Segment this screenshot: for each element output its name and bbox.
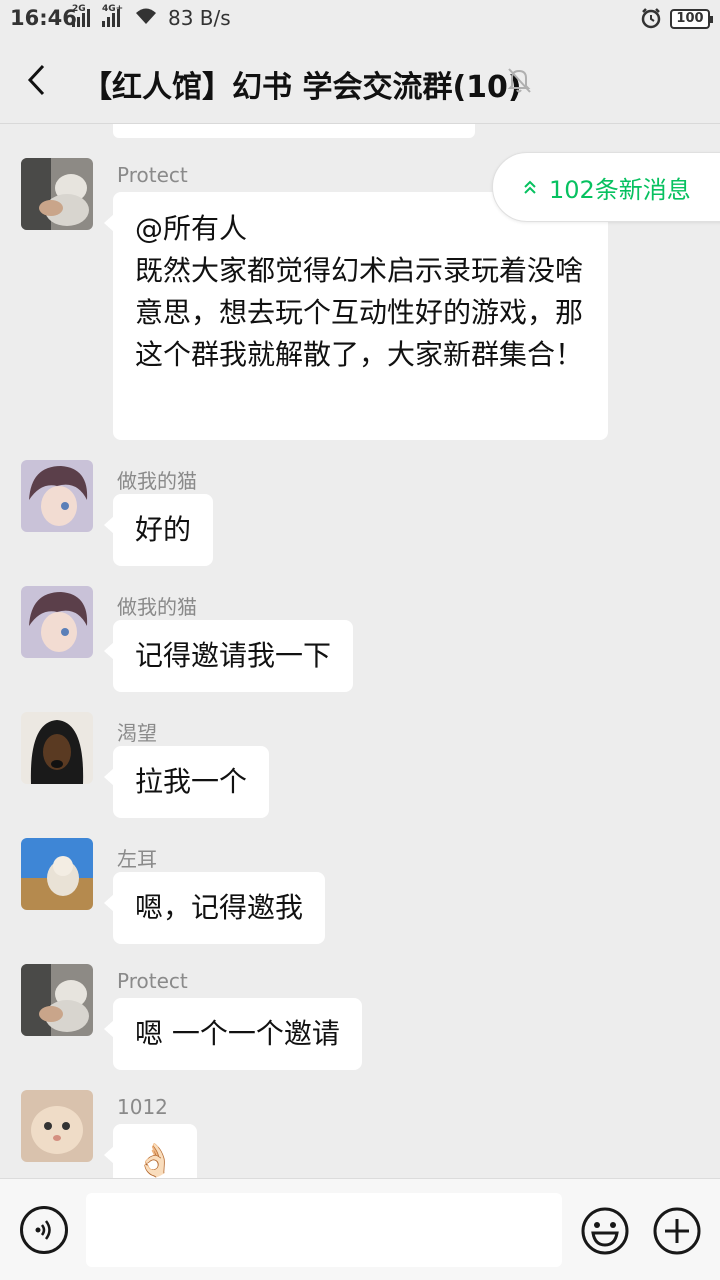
- sender-name: 1012: [117, 1095, 168, 1119]
- new-messages-button[interactable]: 102条新消息: [492, 152, 720, 222]
- avatar[interactable]: [21, 158, 93, 230]
- battery-indicator: 100: [670, 9, 713, 29]
- sender-name: Protect: [117, 969, 188, 993]
- signal-icon: 4G+: [102, 4, 123, 27]
- sender-name: 做我的猫: [117, 469, 197, 493]
- message-bubble[interactable]: 嗯 一个一个邀请: [104, 998, 362, 1070]
- previous-message-bubble[interactable]: [113, 124, 475, 138]
- sender-name: Protect: [117, 163, 188, 187]
- message-bubble[interactable]: 嗯，记得邀我: [103, 872, 326, 944]
- wifi-icon: [136, 8, 156, 24]
- bell-off-icon: [507, 68, 531, 93]
- plus-circle-icon[interactable]: [652, 1206, 702, 1256]
- avatar[interactable]: [21, 712, 93, 784]
- message-list[interactable]: Protect @所有人 既然大家都觉得幻术启示录玩着没啥意思，想去玩个互动性好…: [0, 124, 720, 1178]
- double-chevron-up-icon: [524, 180, 536, 194]
- input-bar: [0, 1178, 720, 1280]
- chat-header: 【红人馆】幻书 学会交流群(10): [0, 36, 720, 124]
- status-time: 16:46: [10, 6, 77, 30]
- avatar[interactable]: [21, 838, 93, 910]
- sender-name: 左耳: [117, 847, 157, 871]
- sender-name: 渴望: [117, 721, 157, 745]
- message-bubble[interactable]: 好的: [103, 494, 214, 566]
- avatar[interactable]: [21, 1090, 93, 1162]
- message-bubble[interactable]: 记得邀请我一下: [103, 620, 354, 692]
- message-bubble[interactable]: 👌🏻: [104, 1124, 197, 1178]
- message-bubble[interactable]: 拉我一个: [103, 746, 270, 818]
- chat-title: 【红人馆】幻书 学会交流群(10): [82, 70, 522, 105]
- avatar[interactable]: [21, 586, 93, 658]
- alarm-icon: [641, 8, 661, 29]
- avatar[interactable]: [21, 460, 93, 532]
- avatar[interactable]: [21, 964, 93, 1036]
- voice-icon: [35, 1220, 51, 1240]
- signal-icon: 2G: [72, 4, 90, 27]
- back-button[interactable]: [16, 58, 56, 102]
- sender-name: 做我的猫: [117, 595, 197, 619]
- status-bar: 16:46 2G 4G+ 83 B/s 100: [0, 0, 720, 36]
- new-messages-label: 102条新消息: [549, 175, 691, 204]
- network-speed: 83 B/s: [168, 6, 231, 30]
- message-bubble[interactable]: @所有人 既然大家都觉得幻术启示录玩着没啥意思，想去玩个互动性好的游戏，那这个群…: [104, 192, 608, 440]
- chevron-left-icon: [27, 64, 45, 96]
- message-input[interactable]: [86, 1193, 562, 1267]
- emoji-icon[interactable]: [580, 1206, 630, 1256]
- voice-button[interactable]: [20, 1206, 68, 1254]
